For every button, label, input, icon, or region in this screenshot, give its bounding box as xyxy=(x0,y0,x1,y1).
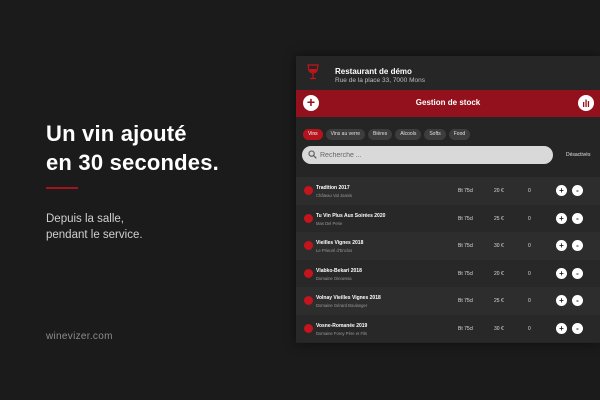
tab-alcools[interactable]: Alcools xyxy=(395,129,422,140)
increment-button[interactable]: + xyxy=(556,185,567,196)
wine-size: Bt 75cl xyxy=(458,325,474,332)
tab-food[interactable]: Food xyxy=(448,129,471,140)
stats-button[interactable] xyxy=(578,95,594,111)
wine-quantity: 0 xyxy=(528,270,531,277)
wine-size: Bt 75cl xyxy=(458,215,474,222)
wine-size: Bt 75cl xyxy=(458,243,474,249)
table-row[interactable]: Vieilles Vignes 2018 Le Prieuré d'Enclos… xyxy=(296,232,600,260)
red-wine-icon xyxy=(304,268,313,278)
wine-list: Tradition 2017 Château Val Joanis Bt 75c… xyxy=(296,177,600,342)
site-url: winevizer.com xyxy=(46,331,113,342)
wine-size: Bt 75cl xyxy=(458,270,474,277)
promo-panel: Un vin ajouté en 30 secondes. Depuis la … xyxy=(46,0,276,400)
wine-name: Vosne-Romanée 2019 xyxy=(316,322,368,329)
wine-producer: Domaine Forey Père et Fils xyxy=(316,330,367,336)
increment-button[interactable]: + xyxy=(556,322,567,334)
promo-subtext: Depuis la salle, pendant le service. xyxy=(46,211,143,243)
table-row[interactable]: Volnay Vieilles Vignes 2018 Domaine Géra… xyxy=(296,287,600,315)
decrement-button[interactable]: - xyxy=(572,240,583,251)
page-title: Gestion de stock xyxy=(415,98,481,107)
search-bar xyxy=(302,146,553,164)
tab-softs[interactable]: Softs xyxy=(424,129,446,140)
search-icon xyxy=(308,150,317,159)
increment-button[interactable]: + xyxy=(556,295,567,306)
wine-producer: Château Val Joanis xyxy=(316,193,353,198)
red-wine-icon xyxy=(304,186,313,195)
wine-price: 30 € xyxy=(494,325,504,332)
table-row[interactable]: Tu Vin Plus Aux Soirées 2020 Mas Del Per… xyxy=(296,204,600,232)
red-wine-icon xyxy=(304,296,313,305)
decrement-button[interactable]: - xyxy=(572,295,583,306)
wine-quantity: 0 xyxy=(528,215,531,222)
wine-name: Tradition 2017 xyxy=(316,185,350,191)
wine-price: 30 € xyxy=(494,243,504,249)
search-input[interactable] xyxy=(320,148,545,162)
wine-price: 20 € xyxy=(494,188,504,194)
wine-name: Volnay Vieilles Vignes 2018 xyxy=(316,295,381,301)
wine-price: 25 € xyxy=(494,215,504,222)
wine-quantity: 0 xyxy=(528,298,531,304)
subtext-line-2: pendant le service. xyxy=(46,229,143,241)
bar-chart-icon xyxy=(583,99,590,107)
wine-size: Bt 75cl xyxy=(458,188,474,194)
wine-producer: Le Prieuré d'Enclos xyxy=(316,248,353,253)
wine-producer: Domaine Oinoessa xyxy=(316,275,352,281)
promo-headline: Un vin ajouté en 30 secondes. xyxy=(46,119,219,177)
table-row[interactable]: Tradition 2017 Château Val Joanis Bt 75c… xyxy=(296,177,600,205)
wine-name: Vlabko-Bekari 2018 xyxy=(316,267,362,274)
table-row[interactable]: Vlabko-Bekari 2018 Domaine Oinoessa Bt 7… xyxy=(296,259,600,287)
wine-producer: Mas Del Perie xyxy=(316,220,343,226)
increment-button[interactable]: + xyxy=(556,240,567,251)
wine-name: Tu Vin Plus Aux Soirées 2020 xyxy=(316,212,386,219)
decrement-button[interactable]: - xyxy=(572,267,583,279)
tab-bieres[interactable]: Bières xyxy=(368,129,393,140)
increment-button[interactable]: + xyxy=(556,212,567,224)
red-wine-icon xyxy=(304,241,313,250)
wine-glass-icon xyxy=(306,64,320,80)
red-wine-icon xyxy=(304,213,313,223)
restaurant-address: Rue de la place 33, 7000 Mons xyxy=(335,77,425,84)
wine-size: Bt 75cl xyxy=(458,298,474,304)
headline-line-2: en 30 secondes. xyxy=(46,150,219,175)
app-window: Restaurant de démo Rue de la place 33, 7… xyxy=(296,56,600,343)
wine-quantity: 0 xyxy=(528,188,531,194)
deactivated-toggle[interactable]: Désactivés xyxy=(566,152,590,158)
increment-button[interactable]: + xyxy=(556,267,567,279)
table-row[interactable]: Vosne-Romanée 2019 Domaine Forey Père et… xyxy=(296,314,600,342)
headline-line-1: Un vin ajouté xyxy=(46,121,187,146)
tab-vins-au-verre[interactable]: Vins au verre xyxy=(325,129,366,140)
wine-price: 25 € xyxy=(494,298,504,304)
restaurant-name: Restaurant de démo xyxy=(335,67,412,76)
accent-divider xyxy=(46,187,78,189)
wine-quantity: 0 xyxy=(528,325,531,332)
stock-toolbar: + Gestion de stock xyxy=(296,90,600,117)
decrement-button[interactable]: - xyxy=(572,212,583,224)
app-header: Restaurant de démo Rue de la place 33, 7… xyxy=(296,56,600,90)
category-tabs: Vins Vins au verre Bières Alcools Softs … xyxy=(303,129,471,140)
tab-vins[interactable]: Vins xyxy=(303,129,323,140)
decrement-button[interactable]: - xyxy=(572,322,583,334)
decrement-button[interactable]: - xyxy=(572,185,583,196)
red-wine-icon xyxy=(304,323,313,333)
wine-price: 20 € xyxy=(494,270,504,277)
subtext-line-1: Depuis la salle, xyxy=(46,213,124,225)
wine-quantity: 0 xyxy=(528,243,531,249)
wine-name: Vieilles Vignes 2018 xyxy=(316,240,364,246)
wine-producer: Domaine Gérard Boulanger xyxy=(316,303,368,308)
